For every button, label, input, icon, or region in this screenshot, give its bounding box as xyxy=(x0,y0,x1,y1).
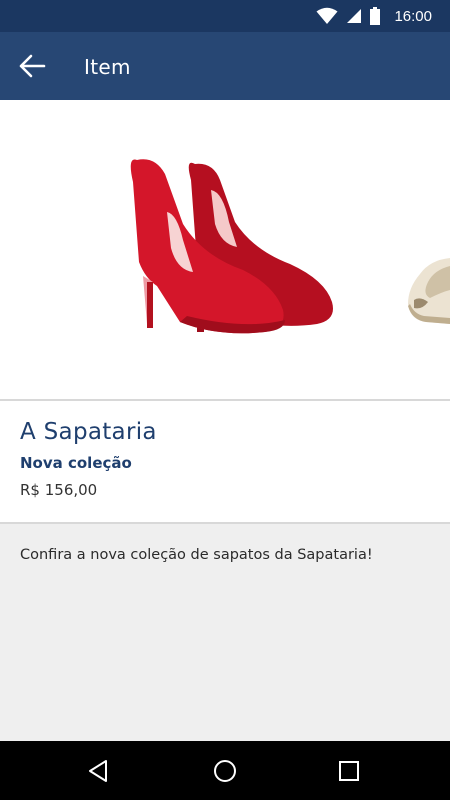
item-subtitle: Nova coleção xyxy=(20,454,132,472)
status-icons: 16:00 xyxy=(316,6,432,26)
image-gallery[interactable] xyxy=(0,100,450,400)
item-price: R$ 156,00 xyxy=(20,481,98,499)
divider xyxy=(0,522,450,524)
battery-icon xyxy=(370,7,381,25)
nav-home-button[interactable] xyxy=(209,755,241,787)
item-info-card: A Sapataria Nova coleção R$ 156,00 xyxy=(0,401,450,523)
red-high-heels-image[interactable] xyxy=(125,152,340,342)
back-triangle-icon xyxy=(89,760,107,782)
page-title: Item xyxy=(84,55,131,79)
app-bar: Item xyxy=(0,32,450,100)
status-time: 16:00 xyxy=(394,7,432,25)
back-button[interactable] xyxy=(10,46,54,86)
navigation-bar xyxy=(0,741,450,800)
recents-square-icon xyxy=(339,761,359,781)
beige-peep-toe-shoe-image[interactable] xyxy=(400,252,450,327)
nav-back-button[interactable] xyxy=(83,755,115,787)
item-title: A Sapataria xyxy=(20,419,157,445)
wifi-icon xyxy=(316,7,338,24)
home-circle-icon xyxy=(214,760,236,782)
signal-icon xyxy=(347,9,362,23)
item-description: Confira a nova coleção de sapatos da Sap… xyxy=(20,547,373,563)
arrow-left-icon xyxy=(19,54,46,78)
status-bar: 16:00 xyxy=(0,0,450,32)
nav-recents-button[interactable] xyxy=(333,755,365,787)
